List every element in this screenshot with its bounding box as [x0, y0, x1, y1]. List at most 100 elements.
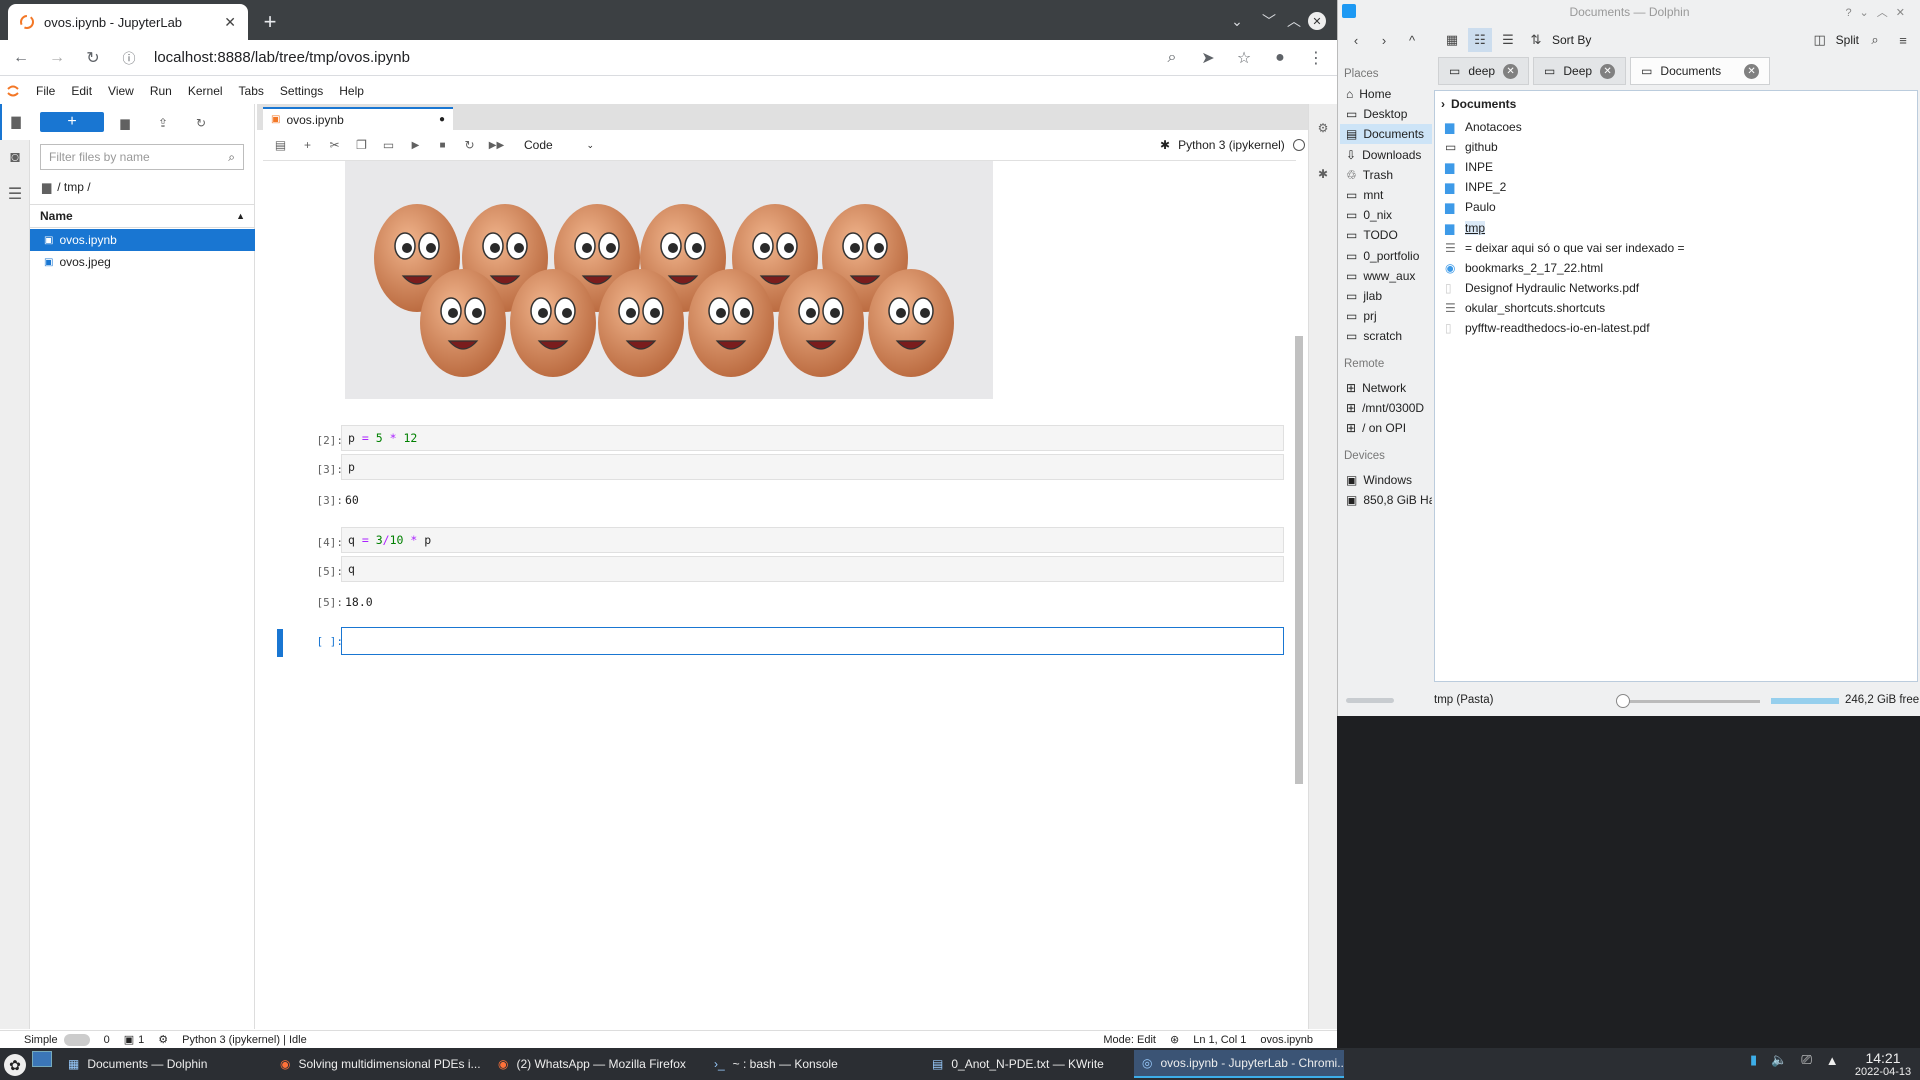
refresh-icon[interactable]: ↻ [192, 114, 210, 132]
file-item[interactable]: ▆ Anotacoes [1445, 117, 1522, 137]
close-tab-icon[interactable]: ✕ [1744, 63, 1760, 79]
tray-expand-icon[interactable]: ▲ [1826, 1053, 1839, 1068]
close-window-icon[interactable]: ✕ [1308, 12, 1326, 30]
unsaved-dot-icon[interactable]: ● [439, 114, 445, 125]
kernel-status[interactable]: Python 3 (ipykernel) | Idle [182, 1034, 307, 1046]
pager-icon[interactable] [32, 1051, 52, 1067]
browser-tab[interactable]: ovos.ipynb - JupyterLab ✕ [8, 4, 248, 40]
volume-icon[interactable]: 🔈 [1771, 1052, 1787, 1068]
file-item[interactable]: ▆ Paulo [1445, 197, 1496, 217]
menu-tabs[interactable]: Tabs [231, 84, 272, 98]
file-item[interactable]: ◉ bookmarks_2_17_22.html [1445, 258, 1603, 278]
reload-icon[interactable]: ↻ [82, 47, 104, 69]
place-item[interactable]: ▭ 0_nix [1340, 205, 1432, 225]
hamburger-menu-icon[interactable]: ≡ [1891, 28, 1915, 52]
breadcrumb-path[interactable]: / tmp / [57, 180, 90, 194]
insert-cell-icon[interactable]: + [294, 132, 321, 158]
location-breadcrumb[interactable]: › Documents [1441, 97, 1516, 111]
close-tab-icon[interactable]: ✕ [1600, 63, 1616, 79]
cut-icon[interactable]: ✂ [321, 132, 348, 158]
new-tab-icon[interactable]: + [258, 9, 282, 34]
tab-search-icon[interactable]: ⌄ [1226, 10, 1248, 32]
notebook-scrollbar[interactable] [1293, 161, 1305, 1026]
menu-settings[interactable]: Settings [272, 84, 331, 98]
running-icon[interactable]: ◙ [0, 140, 30, 176]
file-item[interactable]: ▆ INPE [1445, 157, 1493, 177]
kernel-indicator[interactable]: ✱ Python 3 (ipykernel) [1160, 132, 1305, 158]
file-item[interactable]: ☰ = deixar aqui só o que vai ser indexado… [1445, 238, 1684, 258]
remote-item[interactable]: ⊞ /mnt/0300D [1340, 398, 1432, 418]
save-icon[interactable]: ▤ [267, 132, 294, 158]
copy-icon[interactable]: ❐ [348, 132, 375, 158]
filter-input[interactable]: Filter files by name ⌕ [40, 144, 244, 170]
forward-icon[interactable]: › [1372, 28, 1396, 52]
place-item[interactable]: ▭ Desktop [1340, 104, 1432, 124]
place-item[interactable]: ▭ prj [1340, 306, 1432, 326]
breadcrumb[interactable]: ▆ / tmp / [42, 180, 91, 194]
app-launcher-icon[interactable]: ✿ [4, 1054, 26, 1076]
place-item[interactable]: ▭ scratch [1340, 326, 1432, 346]
taskbar-task[interactable]: ◉ (2) WhatsApp — Mozilla Firefox [490, 1050, 700, 1078]
zoom-slider[interactable] [1620, 700, 1760, 703]
zoom-icon[interactable]: ⌕ [1161, 47, 1183, 69]
battery-icon[interactable]: ▮ [1750, 1052, 1757, 1068]
place-item[interactable]: ▭ 0_portfolio [1340, 246, 1432, 266]
place-item[interactable]: ▭ www_aux [1340, 266, 1432, 286]
new-launcher-button[interactable]: + [40, 112, 104, 132]
split-button[interactable]: Split [1836, 33, 1859, 47]
sort-icon[interactable]: ⇅ [1524, 28, 1548, 52]
place-item[interactable]: ⌂ Home [1340, 84, 1432, 104]
details-view-icon[interactable]: ☰ [1496, 28, 1520, 52]
profile-icon[interactable]: ● [1269, 47, 1291, 69]
code-cell[interactable]: p = 5 * 12 [341, 425, 1284, 451]
taskbar-task[interactable]: ▤ 0_Anot_N-PDE.txt — KWrite [924, 1050, 1124, 1078]
back-icon[interactable]: ‹ [1344, 28, 1368, 52]
property-inspector-icon[interactable]: ⚙ [1309, 118, 1337, 138]
minimize-icon[interactable]: ﹀ [1258, 10, 1280, 32]
search-icon[interactable]: ⌕ [1863, 28, 1887, 52]
dolphin-tab[interactable]: ▭ Deep ✕ [1533, 57, 1627, 85]
split-icon[interactable]: ◫ [1808, 28, 1832, 52]
address-bar[interactable]: localhost:8888/lab/tree/tmp/ovos.ipynb [154, 49, 1147, 66]
zoom-slider-handle[interactable] [1616, 694, 1630, 708]
device-item[interactable]: ▣ Windows [1340, 470, 1432, 490]
folder-icon[interactable]: ▇ [0, 104, 30, 140]
compact-view-icon[interactable]: ☷ [1468, 28, 1492, 52]
place-item[interactable]: ▭ jlab [1340, 286, 1432, 306]
back-icon[interactable]: ← [10, 47, 32, 69]
remote-item[interactable]: ⊞ / on OPI [1340, 418, 1432, 438]
remote-item[interactable]: ⊞ Network [1340, 378, 1432, 398]
place-item[interactable]: ▤ Documents [1340, 124, 1432, 145]
breadcrumb-label[interactable]: Documents [1451, 97, 1516, 111]
file-row[interactable]: ▣ ovos.jpeg [30, 251, 255, 273]
code-cell[interactable]: q = 3/10 * p [341, 527, 1284, 553]
clock[interactable]: 14:21 2022-04-13 [1852, 1050, 1914, 1078]
terminals-count[interactable]: 0 [104, 1034, 110, 1046]
menu-view[interactable]: View [100, 84, 142, 98]
restart-icon[interactable]: ↻ [456, 132, 483, 158]
scrollbar-horizontal[interactable] [1346, 698, 1394, 703]
cell-type-select[interactable]: Code ⌄ [524, 138, 594, 152]
notebook-tab[interactable]: ▣ ovos.ipynb ● [263, 107, 453, 130]
forward-icon[interactable]: → [46, 47, 68, 69]
kernels-count[interactable]: 1 [138, 1034, 144, 1046]
menu-file[interactable]: File [28, 84, 63, 98]
file-item[interactable]: ▯ pyfftw-readthedocs-io-en-latest.pdf [1445, 318, 1650, 338]
menu-help[interactable]: Help [331, 84, 372, 98]
send-icon[interactable]: ➤ [1197, 47, 1219, 69]
maximize-icon[interactable]: ︿ [1283, 10, 1305, 32]
taskbar-task[interactable]: ◉ Solving multidimensional PDEs i... [272, 1050, 482, 1078]
window-controls-icon[interactable]: ?⌄︿✕ [1845, 4, 1913, 20]
file-item[interactable]: ▭ github [1445, 137, 1498, 157]
name-column-header[interactable]: Name ▲ [30, 204, 255, 228]
new-folder-icon[interactable]: ▆ [116, 114, 134, 132]
file-item[interactable]: ▆ INPE_2 [1445, 177, 1506, 197]
bookmark-star-icon[interactable]: ☆ [1233, 47, 1255, 69]
active-code-cell[interactable] [341, 627, 1284, 655]
info-icon[interactable]: ⓘ [118, 47, 140, 69]
stop-icon[interactable]: ■ [429, 132, 456, 158]
paste-icon[interactable]: ▭ [375, 132, 402, 158]
scrollbar-thumb[interactable] [1295, 336, 1303, 784]
file-item[interactable]: ☰ okular_shortcuts.shortcuts [1445, 298, 1605, 318]
close-tab-icon[interactable]: ✕ [1503, 63, 1519, 79]
